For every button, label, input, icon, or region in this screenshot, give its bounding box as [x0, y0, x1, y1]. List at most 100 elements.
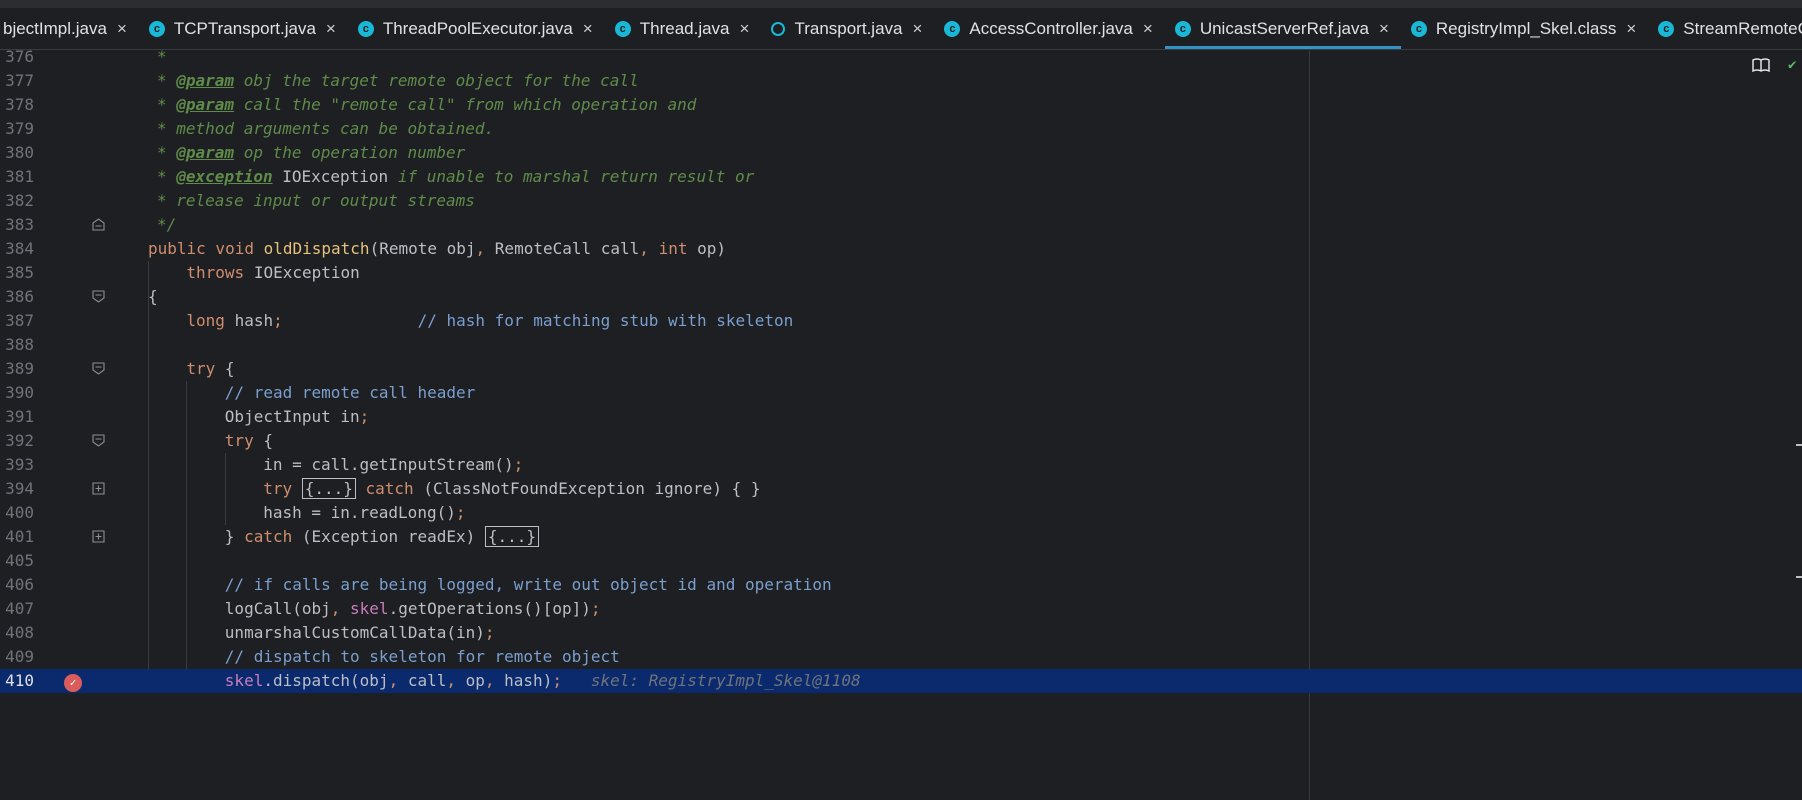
- code-text[interactable]: unmarshalCustomCallData(in);: [225, 621, 495, 645]
- tab-tcptransport-java[interactable]: c TCPTransport.java ×: [139, 8, 348, 49]
- fold-marker-icon[interactable]: [92, 482, 105, 495]
- close-icon[interactable]: ×: [912, 19, 922, 39]
- line-number[interactable]: 378: [0, 93, 34, 117]
- line-number[interactable]: 391: [0, 405, 34, 429]
- code-text[interactable]: public void oldDispatch(Remote obj, Remo…: [148, 237, 726, 261]
- code-line[interactable]: 382 * release input or output streams: [0, 189, 1802, 213]
- line-number[interactable]: 394: [0, 477, 34, 501]
- line-number[interactable]: 385: [0, 261, 34, 285]
- code-line[interactable]: 409 // dispatch to skeleton for remote ob…: [0, 645, 1802, 669]
- line-number[interactable]: 377: [0, 69, 34, 93]
- code-line[interactable]: 390 // read remote call header: [0, 381, 1802, 405]
- close-icon[interactable]: ×: [1143, 19, 1153, 39]
- line-number[interactable]: 405: [0, 549, 34, 573]
- code-line[interactable]: 379 * method arguments can be obtained.: [0, 117, 1802, 141]
- close-icon[interactable]: ×: [117, 19, 127, 39]
- fold-marker-icon[interactable]: [92, 434, 105, 447]
- tab-registryimpl-skel-class[interactable]: c RegistryImpl_Skel.class ×: [1401, 8, 1648, 49]
- line-number[interactable]: 401: [0, 525, 34, 549]
- code-line[interactable]: 387 long hash; // hash for matching stub …: [0, 309, 1802, 333]
- code-text[interactable]: throws IOException: [186, 261, 359, 285]
- line-number[interactable]: 379: [0, 117, 34, 141]
- code-line[interactable]: 385 throws IOException: [0, 261, 1802, 285]
- code-text[interactable]: try {...} catch (ClassNotFoundException …: [263, 477, 760, 501]
- code-text[interactable]: // dispatch to skeleton for remote objec…: [225, 645, 620, 669]
- line-number[interactable]: 386: [0, 285, 34, 309]
- line-number[interactable]: 388: [0, 333, 34, 357]
- code-line[interactable]: 405: [0, 549, 1802, 573]
- code-text[interactable]: // if calls are being logged, write out …: [225, 573, 832, 597]
- code-text[interactable]: * release input or output streams: [157, 189, 475, 213]
- code-line[interactable]: 376 *: [0, 45, 1802, 69]
- tab-transport-java[interactable]: Transport.java ×: [761, 8, 934, 49]
- line-number[interactable]: 410: [0, 669, 34, 693]
- line-number[interactable]: 408: [0, 621, 34, 645]
- code-text[interactable]: hash = in.readLong();: [263, 501, 465, 525]
- code-line[interactable]: 392 try {: [0, 429, 1802, 453]
- tab-accesscontroller-java[interactable]: c AccessController.java ×: [934, 8, 1164, 49]
- code-text[interactable]: * @param obj the target remote object fo…: [157, 69, 639, 93]
- code-line[interactable]: 380 * @param op the operation number: [0, 141, 1802, 165]
- code-text[interactable]: {: [148, 285, 158, 309]
- code-line[interactable]: 381 * @exception IOException if unable to…: [0, 165, 1802, 189]
- code-text[interactable]: * method arguments can be obtained.: [157, 117, 494, 141]
- code-line[interactable]: 389 try {: [0, 357, 1802, 381]
- close-icon[interactable]: ×: [740, 19, 750, 39]
- line-number[interactable]: 406: [0, 573, 34, 597]
- code-text[interactable]: * @param call the "remote call" from whi…: [157, 93, 696, 117]
- code-line[interactable]: 386 {: [0, 285, 1802, 309]
- code-text[interactable]: */: [157, 213, 176, 237]
- line-number[interactable]: 382: [0, 189, 34, 213]
- code-line[interactable]: 400 hash = in.readLong();: [0, 501, 1802, 525]
- code-text[interactable]: * @exception IOException if unable to ma…: [157, 165, 754, 189]
- line-number[interactable]: 392: [0, 429, 34, 453]
- code-text[interactable]: *: [157, 45, 167, 69]
- code-text[interactable]: in = call.getInputStream();: [263, 453, 523, 477]
- line-number[interactable]: 376: [0, 45, 34, 69]
- line-number[interactable]: 407: [0, 597, 34, 621]
- code-line[interactable]: 410 ✓ skel.dispatch(obj, call, op, hash); …: [0, 669, 1802, 693]
- code-line[interactable]: 408 unmarshalCustomCallData(in);: [0, 621, 1802, 645]
- tab-unicastserverref-java[interactable]: c UnicastServerRef.java ×: [1164, 8, 1401, 49]
- tab-threadpoolexecutor-java[interactable]: c ThreadPoolExecutor.java ×: [348, 8, 605, 49]
- code-line[interactable]: 388: [0, 333, 1802, 357]
- line-number[interactable]: 389: [0, 357, 34, 381]
- code-text[interactable]: } catch (Exception readEx) {...}: [225, 525, 540, 549]
- line-number[interactable]: 387: [0, 309, 34, 333]
- code-text[interactable]: skel.dispatch(obj, call, op, hash); skel…: [225, 669, 861, 693]
- line-number[interactable]: 380: [0, 141, 34, 165]
- close-icon[interactable]: ×: [1626, 19, 1636, 39]
- line-number[interactable]: 400: [0, 501, 34, 525]
- code-line[interactable]: 383 */: [0, 213, 1802, 237]
- tab-bjectimpl-java[interactable]: bjectImpl.java ×: [0, 8, 139, 49]
- close-icon[interactable]: ×: [583, 19, 593, 39]
- close-icon[interactable]: ×: [326, 19, 336, 39]
- code-line[interactable]: 407 logCall(obj, skel.getOperations()[op]…: [0, 597, 1802, 621]
- line-number[interactable]: 409: [0, 645, 34, 669]
- code-line[interactable]: 393 in = call.getInputStream();: [0, 453, 1802, 477]
- fold-marker-icon[interactable]: [92, 218, 105, 231]
- code-text[interactable]: try {: [186, 357, 234, 381]
- close-icon[interactable]: ×: [1379, 19, 1389, 39]
- line-number[interactable]: 390: [0, 381, 34, 405]
- code-line[interactable]: 384 public void oldDispatch(Remote obj, R…: [0, 237, 1802, 261]
- code-line[interactable]: 391 ObjectInput in;: [0, 405, 1802, 429]
- tab-thread-java[interactable]: c Thread.java ×: [605, 8, 762, 49]
- line-number[interactable]: 381: [0, 165, 34, 189]
- code-text[interactable]: // read remote call header: [225, 381, 475, 405]
- code-text[interactable]: long hash; // hash for matching stub wit…: [186, 309, 793, 333]
- code-text[interactable]: logCall(obj, skel.getOperations()[op]);: [225, 597, 601, 621]
- line-number[interactable]: 384: [0, 237, 34, 261]
- code-line[interactable]: 378 * @param call the "remote call" from …: [0, 93, 1802, 117]
- line-number[interactable]: 383: [0, 213, 34, 237]
- breakpoint-icon[interactable]: ✓: [64, 674, 82, 692]
- code-editor[interactable]: ✔ 376 * 377 * @param obj the target remote …: [0, 47, 1802, 800]
- code-text[interactable]: try {: [225, 429, 273, 453]
- fold-marker-icon[interactable]: [92, 362, 105, 375]
- code-text[interactable]: * @param op the operation number: [157, 141, 465, 165]
- tab-streamremotecall-java[interactable]: cStreamRemoteCall.java×: [1648, 8, 1802, 49]
- code-line[interactable]: 377 * @param obj the target remote object…: [0, 69, 1802, 93]
- fold-marker-icon[interactable]: [92, 530, 105, 543]
- line-number[interactable]: 393: [0, 453, 34, 477]
- code-line[interactable]: 401 } catch (Exception readEx) {...}: [0, 525, 1802, 549]
